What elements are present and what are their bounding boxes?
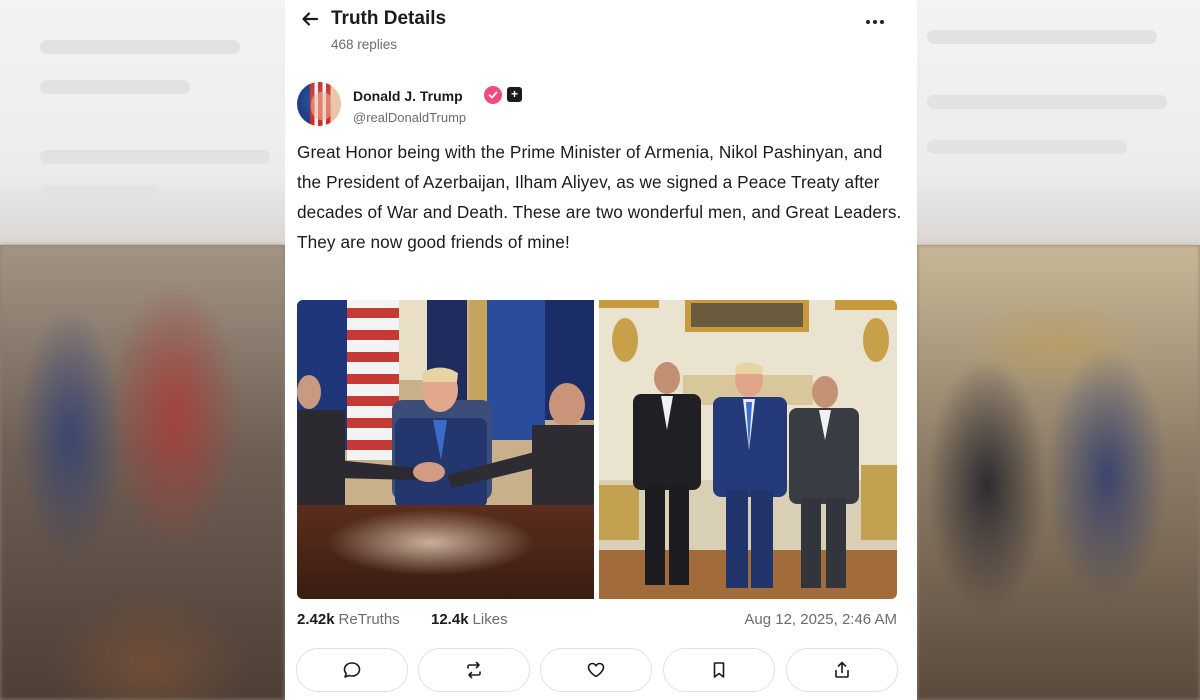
- blurred-background-left: [0, 0, 285, 700]
- verified-badge-icon: [484, 86, 502, 104]
- photo-oval-office[interactable]: [599, 300, 897, 599]
- likes-count: 12.4k: [431, 611, 469, 628]
- like-button[interactable]: [540, 648, 652, 692]
- bookmark-icon: [713, 662, 725, 678]
- bookmark-button[interactable]: [663, 648, 775, 692]
- likes-stat[interactable]: 12.4k Likes: [431, 611, 508, 628]
- back-button[interactable]: [299, 8, 321, 30]
- like-icon: [587, 662, 605, 678]
- reply-button[interactable]: [296, 648, 408, 692]
- author-handle[interactable]: @realDonaldTrump: [353, 110, 466, 125]
- blurred-background-right: [917, 0, 1200, 700]
- retruths-label: ReTruths: [338, 611, 400, 628]
- author-name[interactable]: Donald J. Trump: [353, 88, 463, 104]
- arrow-left-icon: [302, 12, 319, 26]
- page-title: Truth Details: [331, 8, 447, 29]
- retruth-button[interactable]: [418, 648, 530, 692]
- action-bar: [296, 648, 900, 692]
- avatar[interactable]: [297, 82, 341, 126]
- retruth-icon: [467, 661, 481, 679]
- post-text: Great Honor being with the Prime Ministe…: [297, 142, 902, 252]
- plus-badge-icon: +: [507, 87, 522, 102]
- post-timestamp: Aug 12, 2025, 2:46 AM: [744, 611, 897, 628]
- more-options-button[interactable]: [863, 14, 887, 30]
- more-horizontal-icon: [866, 20, 870, 24]
- share-icon: [835, 661, 849, 678]
- reply-icon: [343, 662, 361, 678]
- retruths-stat[interactable]: 2.42k ReTruths: [297, 611, 400, 628]
- photo-handshake[interactable]: [297, 300, 594, 599]
- post-stats: 2.42k ReTruths 12.4k Likes Aug 12, 2025, 2…: [297, 611, 897, 631]
- reply-count: 468 replies: [331, 37, 398, 52]
- retruths-count: 2.42k: [297, 611, 335, 628]
- header-bar: Truth Details 468 replies: [285, 0, 917, 60]
- likes-label: Likes: [472, 611, 508, 628]
- post-detail-card: Truth Details 468 replies Donald J. Trum…: [285, 0, 917, 700]
- share-button[interactable]: [786, 648, 898, 692]
- author-block: Donald J. Trump + @realDonaldTrump: [297, 82, 697, 128]
